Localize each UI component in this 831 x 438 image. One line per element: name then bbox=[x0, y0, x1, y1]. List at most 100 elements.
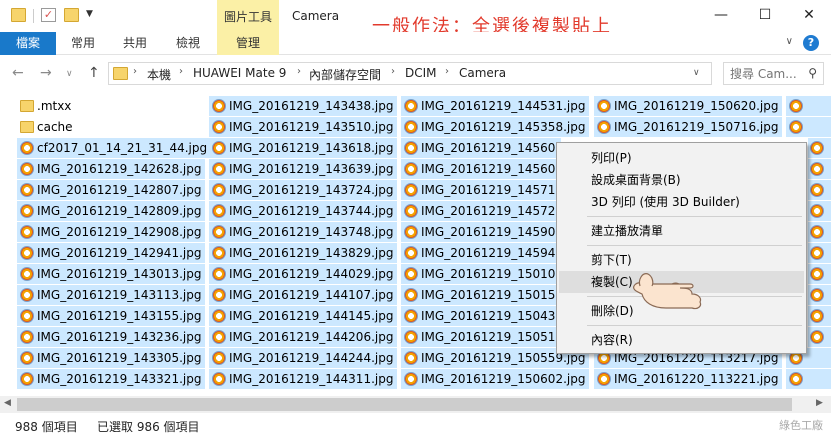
scroll-left-icon[interactable]: ◀ bbox=[4, 398, 11, 408]
up-arrow-icon[interactable]: ↑ bbox=[88, 65, 100, 81]
file-item[interactable]: IMG_20161219_143013.jpg bbox=[17, 264, 206, 284]
tab-manage[interactable]: 管理 bbox=[217, 32, 279, 55]
file-item[interactable]: IMG_20161219_143744.jpg bbox=[209, 201, 398, 221]
file-item[interactable]: IMG_20161219_145906 bbox=[401, 222, 561, 242]
file-item[interactable] bbox=[786, 96, 831, 116]
folder-icon bbox=[11, 8, 26, 22]
recent-locations-icon[interactable]: ∨ bbox=[66, 69, 73, 79]
file-item[interactable]: IMG_20161219_143321.jpg bbox=[17, 369, 206, 389]
file-item[interactable]: IMG_20161219_150433 bbox=[401, 306, 561, 326]
file-item[interactable]: IMG_20161219_142809.jpg bbox=[17, 201, 206, 221]
folder-item[interactable]: cache bbox=[17, 117, 77, 137]
file-item[interactable]: IMG_20161219_143748.jpg bbox=[209, 222, 398, 242]
file-item[interactable]: IMG_20161219_145600 bbox=[401, 138, 561, 158]
file-item[interactable] bbox=[808, 285, 831, 305]
new-folder-icon[interactable] bbox=[64, 8, 79, 22]
scroll-right-icon[interactable]: ▶ bbox=[816, 398, 823, 408]
menu-item-set-desktop-background[interactable]: 設成桌面背景(B) bbox=[559, 169, 804, 191]
file-item[interactable]: IMG_20161219_143305.jpg bbox=[17, 348, 206, 368]
file-item[interactable]: IMG_20161219_144107.jpg bbox=[209, 285, 398, 305]
properties-icon[interactable]: ✓ bbox=[41, 8, 56, 22]
file-item[interactable]: IMG_20161219_142807.jpg bbox=[17, 180, 206, 200]
search-box[interactable]: ⚲ bbox=[723, 62, 824, 85]
file-item[interactable] bbox=[808, 327, 831, 347]
file-item[interactable]: cf2017_01_14_21_31_44.jpg bbox=[17, 138, 212, 158]
maximize-button[interactable]: ☐ bbox=[743, 0, 787, 30]
file-item[interactable]: IMG_20161219_145724 bbox=[401, 201, 561, 221]
menu-item-create-playlist[interactable]: 建立播放清單 bbox=[559, 220, 804, 242]
file-item[interactable]: IMG_20161219_142941.jpg bbox=[17, 243, 206, 263]
file-item[interactable]: IMG_20161219_145358.jpg bbox=[401, 117, 590, 137]
file-item[interactable]: IMG_20161219_144311.jpg bbox=[209, 369, 398, 389]
tab-view[interactable]: 檢視 bbox=[165, 32, 211, 55]
file-item[interactable]: IMG_20161219_144244.jpg bbox=[209, 348, 398, 368]
file-item[interactable]: IMG_20161219_145948 bbox=[401, 243, 561, 263]
scrollbar-thumb[interactable] bbox=[17, 398, 792, 411]
file-item[interactable]: IMG_20161219_145605 bbox=[401, 159, 561, 179]
file-item[interactable]: IMG_20161219_143510.jpg bbox=[209, 117, 398, 137]
forward-arrow-icon[interactable]: → bbox=[40, 65, 52, 81]
file-item[interactable]: IMG_20161219_143113.jpg bbox=[17, 285, 206, 305]
file-item[interactable]: IMG_20161219_143639.jpg bbox=[209, 159, 398, 179]
tab-file[interactable]: 檔案 bbox=[0, 32, 56, 55]
file-item[interactable] bbox=[808, 222, 831, 242]
menu-item-print[interactable]: 列印(P) bbox=[559, 147, 804, 169]
breadcrumb-camera[interactable]: Camera bbox=[459, 66, 506, 80]
file-item[interactable]: IMG_20161219_143724.jpg bbox=[209, 180, 398, 200]
file-item[interactable]: IMG_20161219_144145.jpg bbox=[209, 306, 398, 326]
file-item[interactable] bbox=[808, 201, 831, 221]
horizontal-scrollbar[interactable]: ◀ ▶ bbox=[0, 396, 831, 413]
help-icon[interactable]: ? bbox=[803, 35, 819, 51]
breadcrumb-internal-storage[interactable]: 內部儲存空間 bbox=[309, 66, 381, 83]
file-item[interactable]: IMG_20161219_143438.jpg bbox=[209, 96, 398, 116]
file-item[interactable]: IMG_20161219_150515 bbox=[401, 327, 561, 347]
breadcrumb-separator-icon[interactable]: › bbox=[391, 66, 395, 77]
breadcrumb-separator-icon[interactable]: › bbox=[297, 66, 301, 77]
minimize-button[interactable]: — bbox=[699, 0, 743, 30]
chevron-down-icon[interactable]: ∨ bbox=[786, 36, 793, 47]
menu-item-3d-print[interactable]: 3D 列印 (使用 3D Builder) bbox=[559, 191, 804, 213]
file-item[interactable]: IMG_20161219_150620.jpg bbox=[594, 96, 783, 116]
address-bar[interactable]: › 本機 › HUAWEI Mate 9 › 內部儲存空間 › DCIM › C… bbox=[108, 62, 712, 85]
file-item[interactable]: IMG_20161220_113221.jpg bbox=[594, 369, 783, 389]
file-item[interactable]: IMG_20161219_145710 bbox=[401, 180, 561, 200]
menu-item-properties[interactable]: 內容(R) bbox=[559, 329, 804, 351]
tab-share[interactable]: 共用 bbox=[112, 32, 158, 55]
address-dropdown-icon[interactable]: ∨ bbox=[693, 68, 700, 78]
file-item[interactable]: IMG_20161219_144206.jpg bbox=[209, 327, 398, 347]
breadcrumb-separator-icon[interactable]: › bbox=[133, 66, 137, 77]
breadcrumb-separator-icon[interactable]: › bbox=[179, 66, 183, 77]
file-item[interactable]: IMG_20161219_144029.jpg bbox=[209, 264, 398, 284]
image-file-icon bbox=[20, 372, 34, 386]
quick-access-dropdown-icon[interactable]: ▼ bbox=[86, 9, 93, 19]
file-item[interactable]: IMG_20161219_143155.jpg bbox=[17, 306, 206, 326]
file-item[interactable]: IMG_20161219_143236.jpg bbox=[17, 327, 206, 347]
file-item[interactable]: IMG_20161219_150716.jpg bbox=[594, 117, 783, 137]
file-item[interactable] bbox=[808, 306, 831, 326]
file-item[interactable]: IMG_20161219_143829.jpg bbox=[209, 243, 398, 263]
breadcrumb-device[interactable]: HUAWEI Mate 9 bbox=[193, 66, 286, 80]
file-item[interactable]: IMG_20161219_143618.jpg bbox=[209, 138, 398, 158]
search-input[interactable] bbox=[730, 63, 808, 84]
close-button[interactable]: ✕ bbox=[787, 0, 831, 30]
file-item[interactable]: IMG_20161219_150152 bbox=[401, 285, 561, 305]
back-arrow-icon[interactable]: ← bbox=[12, 65, 24, 81]
file-item[interactable] bbox=[808, 264, 831, 284]
file-item[interactable]: IMG_20161219_142628.jpg bbox=[17, 159, 206, 179]
file-item[interactable] bbox=[786, 117, 831, 137]
file-item[interactable] bbox=[808, 159, 831, 179]
breadcrumb-dcim[interactable]: DCIM bbox=[405, 66, 437, 80]
file-item[interactable] bbox=[808, 138, 831, 158]
file-item[interactable]: IMG_20161219_150602.jpg bbox=[401, 369, 590, 389]
folder-item[interactable]: .mtxx bbox=[17, 96, 75, 116]
file-item[interactable] bbox=[786, 369, 831, 389]
tab-home[interactable]: 常用 bbox=[60, 32, 106, 55]
file-item[interactable]: IMG_20161219_144531.jpg bbox=[401, 96, 590, 116]
breadcrumb-this-pc[interactable]: 本機 bbox=[147, 66, 171, 83]
file-item[interactable]: IMG_20161219_142908.jpg bbox=[17, 222, 206, 242]
breadcrumb-separator-icon[interactable]: › bbox=[445, 66, 449, 77]
search-icon[interactable]: ⚲ bbox=[808, 66, 817, 80]
file-item[interactable]: IMG_20161219_150101 bbox=[401, 264, 561, 284]
file-item[interactable] bbox=[808, 243, 831, 263]
file-item[interactable] bbox=[808, 180, 831, 200]
